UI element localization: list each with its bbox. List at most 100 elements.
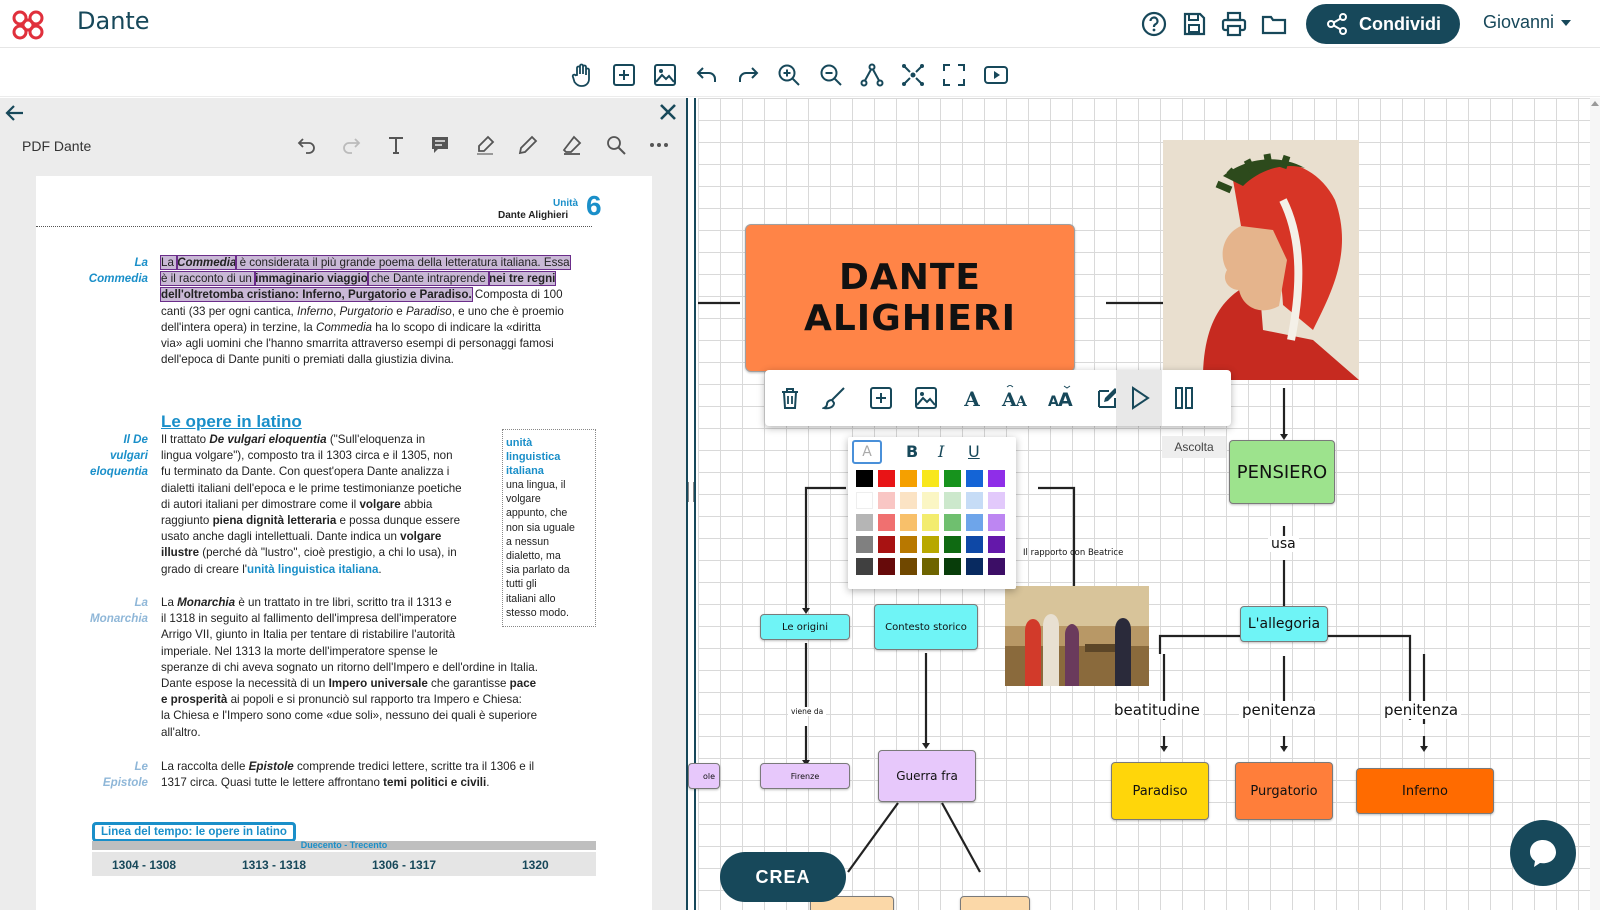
back-arrow-icon[interactable] (4, 102, 26, 124)
node-paradiso[interactable]: Paradiso (1111, 762, 1209, 820)
color-swatch[interactable] (966, 492, 983, 509)
color-tab-text[interactable]: A (852, 440, 882, 464)
color-swatch[interactable] (856, 536, 873, 553)
color-swatch[interactable] (988, 514, 1005, 531)
color-swatch[interactable] (900, 558, 917, 575)
node-guerra-fra[interactable]: Guerra fra (878, 750, 976, 802)
zoom-out-icon[interactable] (818, 62, 844, 88)
color-swatch[interactable] (878, 514, 895, 531)
project-title[interactable]: Dante (77, 7, 150, 35)
color-swatch[interactable] (900, 470, 917, 487)
share-button[interactable]: Condividi (1306, 4, 1460, 44)
color-swatch[interactable] (966, 536, 983, 553)
dante-beatrice-painting-image[interactable] (1005, 586, 1149, 686)
node-partial-left[interactable]: ole (688, 763, 720, 789)
save-icon[interactable] (1180, 10, 1208, 38)
color-swatch[interactable] (900, 514, 917, 531)
color-swatch[interactable] (988, 536, 1005, 553)
concept-map-canvas[interactable]: DANTE ALIGHIERI PENSIERO usa L'allegoria… (688, 98, 1600, 910)
search-icon[interactable] (605, 134, 627, 156)
color-swatch[interactable] (966, 514, 983, 531)
zoom-in-icon[interactable] (776, 62, 802, 88)
color-swatch[interactable] (856, 492, 873, 509)
color-swatch[interactable] (856, 470, 873, 487)
map-scrollbar[interactable] (1590, 98, 1600, 910)
node-image-icon[interactable] (913, 385, 939, 411)
pdf-page[interactable]: Unità Dante Alighieri 6 La Commedia La Co… (36, 176, 652, 910)
color-swatch[interactable] (878, 558, 895, 575)
resize-handle[interactable] (688, 482, 694, 502)
node-le-origini[interactable]: Le origini (760, 614, 850, 640)
color-swatch[interactable] (988, 558, 1005, 575)
node-inferno[interactable]: Inferno (1356, 768, 1494, 814)
color-swatch[interactable] (922, 492, 939, 509)
color-swatch[interactable] (878, 492, 895, 509)
color-swatch[interactable] (900, 536, 917, 553)
pause-icon[interactable] (1171, 385, 1197, 411)
color-swatch[interactable] (944, 492, 961, 509)
close-icon[interactable] (658, 102, 678, 122)
logo-icon[interactable] (10, 9, 46, 41)
text-tool-icon[interactable] (385, 134, 407, 156)
node-allegoria[interactable]: L'allegoria (1240, 606, 1328, 642)
text-run: fu terminato da Dante. Con quest'opera D… (161, 465, 450, 479)
hand-pan-icon[interactable] (570, 62, 596, 88)
text-color-icon[interactable]: A (959, 385, 985, 411)
color-swatch[interactable] (988, 492, 1005, 509)
add-child-node-icon[interactable] (868, 385, 894, 411)
color-swatch[interactable] (944, 514, 961, 531)
pencil-icon[interactable] (517, 134, 539, 156)
color-swatch[interactable] (944, 558, 961, 575)
underline-button[interactable]: U (968, 442, 980, 461)
more-options-icon[interactable] (648, 134, 670, 156)
help-icon[interactable] (1140, 10, 1168, 38)
redo-icon[interactable] (735, 62, 761, 88)
fullscreen-icon[interactable] (941, 62, 967, 88)
bold-button[interactable]: B (906, 442, 918, 461)
color-swatch[interactable] (966, 558, 983, 575)
color-swatch[interactable] (878, 470, 895, 487)
color-swatch[interactable] (900, 492, 917, 509)
play-icon[interactable] (1126, 385, 1152, 411)
color-swatch[interactable] (922, 470, 939, 487)
color-swatch[interactable] (878, 536, 895, 553)
node-contesto-storico[interactable]: Contesto storico (874, 604, 978, 650)
folder-icon[interactable] (1260, 10, 1288, 38)
expand-nodes-icon[interactable] (900, 62, 926, 88)
undo-icon[interactable] (694, 62, 720, 88)
color-swatch[interactable] (922, 558, 939, 575)
presentation-play-icon[interactable] (983, 62, 1009, 88)
color-swatch[interactable] (966, 470, 983, 487)
highlighter-icon[interactable] (474, 134, 496, 156)
color-swatch[interactable] (944, 536, 961, 553)
pdf-undo-icon[interactable] (296, 134, 318, 156)
comment-icon[interactable] (429, 134, 451, 156)
crea-button[interactable]: CREA (720, 852, 846, 902)
color-swatch[interactable] (856, 514, 873, 531)
node-purgatorio[interactable]: Purgatorio (1235, 762, 1333, 820)
color-swatch[interactable] (856, 558, 873, 575)
color-swatch[interactable] (922, 514, 939, 531)
color-swatch[interactable] (922, 536, 939, 553)
color-swatch[interactable] (988, 470, 1005, 487)
dante-portrait-image[interactable] (1163, 140, 1359, 380)
chat-button[interactable] (1510, 820, 1576, 886)
image-icon[interactable] (652, 62, 678, 88)
scroll-up-arrow-icon[interactable] (1591, 100, 1599, 108)
print-icon[interactable] (1220, 10, 1248, 38)
user-menu[interactable]: Giovanni (1483, 12, 1572, 33)
eraser-icon[interactable] (561, 134, 583, 156)
delete-icon[interactable] (777, 385, 803, 411)
node-partial-bottom-2[interactable] (960, 896, 1030, 910)
color-swatch[interactable] (944, 470, 961, 487)
brush-icon[interactable] (822, 385, 848, 411)
node-dante-alighieri[interactable]: DANTE ALIGHIERI (745, 224, 1075, 372)
structure-icon[interactable] (859, 62, 885, 88)
italic-button[interactable]: I (938, 442, 944, 461)
node-pensiero[interactable]: PENSIERO (1229, 440, 1335, 504)
node-firenze[interactable]: Firenze (760, 763, 850, 789)
font-size-down-icon[interactable]: AA (1047, 385, 1077, 411)
add-node-icon[interactable] (611, 62, 637, 88)
font-size-up-icon[interactable]: AA (1001, 385, 1031, 411)
pdf-redo-icon[interactable] (340, 134, 362, 156)
